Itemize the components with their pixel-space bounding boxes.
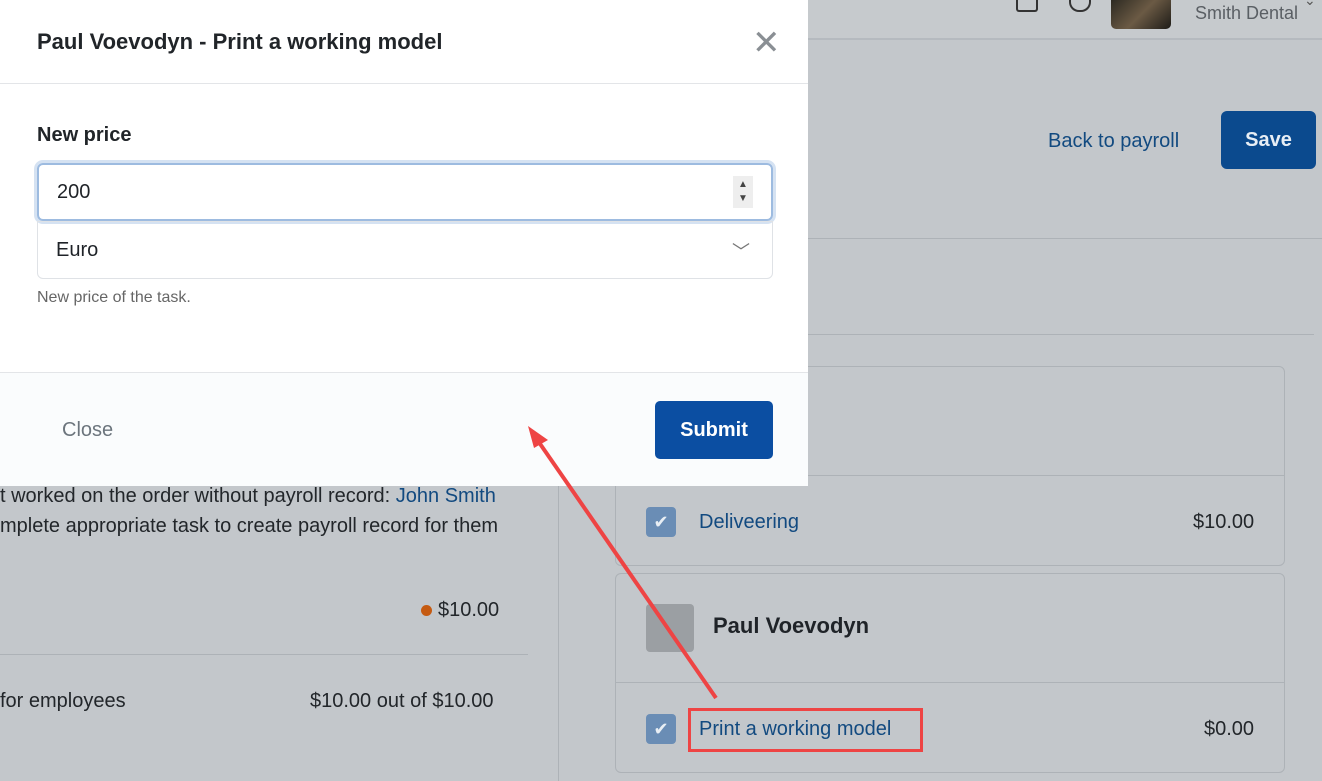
- annotation-arrow: [528, 426, 718, 700]
